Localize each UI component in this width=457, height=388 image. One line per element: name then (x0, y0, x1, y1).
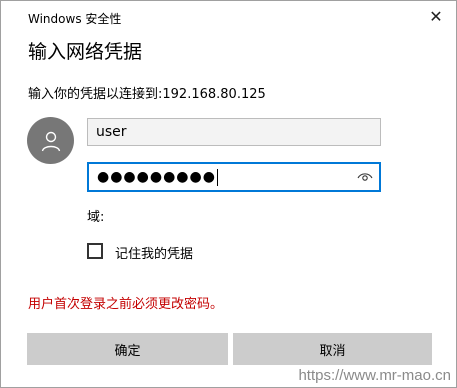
cancel-button-label: 取消 (319, 343, 346, 359)
remember-label[interactable]: 记住我的凭据 (115, 243, 193, 262)
remember-checkbox[interactable] (87, 243, 103, 259)
watermark-text: https://www.mr-mao.cn (298, 367, 451, 384)
ok-button-label: 确定 (114, 343, 141, 359)
password-mask: ●●●●●●●●● (97, 169, 216, 185)
username-value: user (96, 124, 127, 140)
eye-icon[interactable] (355, 168, 375, 186)
error-message: 用户首次登录之前必须更改密码。 (28, 297, 224, 312)
close-button[interactable]: ✕ (416, 1, 456, 31)
username-input[interactable]: user (87, 118, 381, 146)
text-caret (216, 168, 218, 186)
password-input[interactable]: ●●●●●●●●● (87, 162, 381, 192)
user-icon (27, 117, 74, 164)
window-title: Windows 安全性 (28, 12, 122, 26)
dialog-subtitle: 输入你的凭据以连接到:192.168.80.125 (28, 87, 266, 102)
domain-label: 域: (87, 210, 105, 225)
title-bar: Windows 安全性 ✕ (1, 1, 456, 31)
credential-dialog: Windows 安全性 ✕ 输入网络凭据 输入你的凭据以连接到:192.168.… (0, 0, 457, 388)
close-icon: ✕ (429, 6, 443, 26)
ok-button[interactable]: 确定 (27, 333, 228, 365)
dialog-heading: 输入网络凭据 (28, 41, 143, 63)
cancel-button[interactable]: 取消 (233, 333, 432, 365)
